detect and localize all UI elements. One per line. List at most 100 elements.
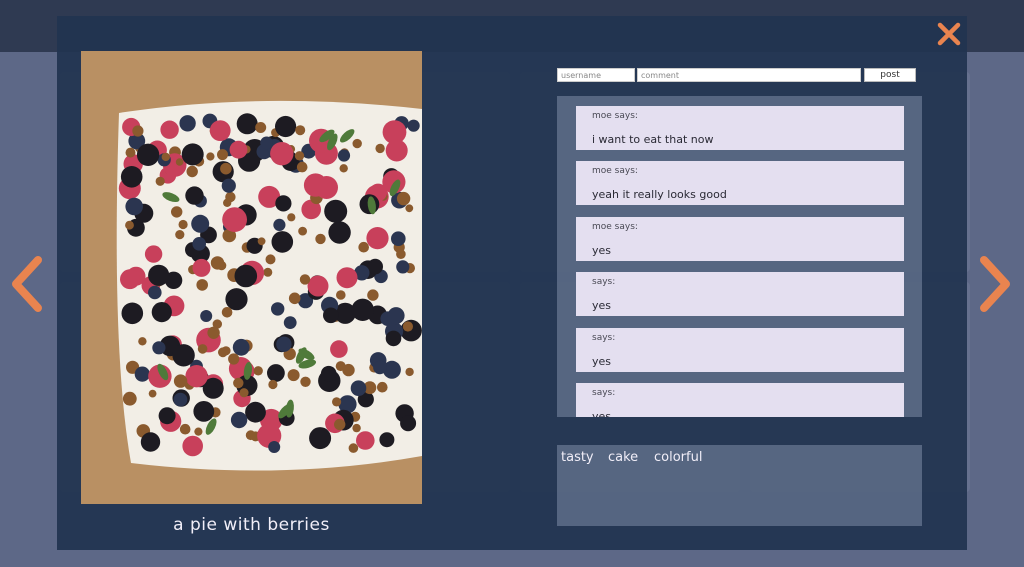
comment-author: says: <box>592 333 616 343</box>
berry <box>207 326 220 339</box>
berry <box>270 142 294 166</box>
comment-author: says: <box>592 277 616 287</box>
berry <box>148 285 162 300</box>
berry <box>283 316 297 329</box>
close-icon[interactable] <box>935 20 963 48</box>
berry <box>200 310 213 322</box>
berry <box>140 432 161 452</box>
berry <box>407 119 420 132</box>
berry <box>296 161 308 173</box>
berry <box>245 430 256 441</box>
berry <box>405 204 414 213</box>
berry <box>330 340 348 358</box>
berry <box>232 338 250 356</box>
berry <box>192 258 211 277</box>
berry <box>267 364 285 382</box>
berry <box>337 149 351 162</box>
berry <box>275 115 297 138</box>
comment-text: yes <box>592 299 612 312</box>
tag-tasty[interactable]: tasty <box>561 450 594 465</box>
berry <box>260 136 273 150</box>
berry <box>245 401 266 423</box>
berry <box>358 241 370 253</box>
berry <box>373 360 387 375</box>
berry <box>125 147 136 158</box>
berry <box>185 365 208 388</box>
tag-cake[interactable]: cake <box>608 450 638 465</box>
berry <box>288 292 301 305</box>
comment-author: moe says: <box>592 111 638 121</box>
berry <box>173 392 188 407</box>
berry <box>217 149 228 161</box>
post-button[interactable]: post <box>864 68 916 82</box>
berry <box>263 267 273 277</box>
berry <box>122 391 137 406</box>
comment-author: moe says: <box>592 222 638 232</box>
berry <box>356 431 375 450</box>
berry <box>379 432 395 448</box>
berry <box>309 427 332 450</box>
berry <box>367 258 384 275</box>
berry <box>125 220 134 230</box>
berry <box>324 199 348 223</box>
berry <box>405 367 414 377</box>
berry <box>377 381 388 393</box>
comment-item: moe says: i want to eat that now <box>576 106 904 150</box>
berry <box>173 374 188 388</box>
berry <box>121 302 144 325</box>
chevron-right-icon[interactable] <box>976 254 1016 314</box>
berry <box>172 344 195 367</box>
photo-caption: a pie with berries <box>173 515 330 535</box>
berry <box>120 269 140 290</box>
berry <box>179 115 196 132</box>
comment-input[interactable] <box>637 68 861 82</box>
berry <box>197 344 208 354</box>
berry <box>152 341 166 355</box>
berry <box>351 298 374 321</box>
berry <box>339 164 348 173</box>
comment-item: says: yes <box>576 383 904 417</box>
chevron-left-icon[interactable] <box>6 254 46 314</box>
berry <box>196 279 208 291</box>
berry <box>335 361 346 372</box>
tag-colorful[interactable]: colorful <box>654 450 702 465</box>
berry <box>179 423 191 435</box>
berry <box>193 401 215 422</box>
berry <box>315 233 326 245</box>
berry <box>209 120 231 141</box>
berry <box>276 336 292 352</box>
berry <box>271 231 294 253</box>
comment-item: says: yes <box>576 328 904 372</box>
berry <box>300 376 311 387</box>
berry <box>229 140 248 159</box>
comment-text: yes <box>592 410 612 417</box>
comment-author: moe says: <box>592 166 638 176</box>
username-input[interactable] <box>557 68 635 82</box>
comments-list[interactable]: moe says: i want to eat that now moe say… <box>557 96 922 417</box>
berry <box>148 264 170 286</box>
berry <box>175 158 184 166</box>
comment-text: yeah it really looks good <box>592 188 727 201</box>
berry <box>352 138 362 149</box>
berry <box>228 353 240 365</box>
berry <box>294 151 305 161</box>
berry <box>233 377 244 389</box>
berry <box>220 162 232 175</box>
berry <box>348 443 359 453</box>
berry <box>265 254 276 265</box>
berry <box>185 186 204 205</box>
berry <box>334 418 346 431</box>
berry <box>307 275 329 297</box>
berry <box>295 125 306 136</box>
berry <box>385 139 408 162</box>
comment-item: moe says: yeah it really looks good <box>576 161 904 205</box>
berry <box>253 366 263 376</box>
berry <box>160 120 179 139</box>
berry <box>387 307 405 325</box>
berry <box>222 207 248 233</box>
berry <box>402 321 413 332</box>
berry <box>236 113 258 135</box>
berry <box>144 245 163 263</box>
berry <box>367 289 379 301</box>
berry <box>138 337 147 346</box>
